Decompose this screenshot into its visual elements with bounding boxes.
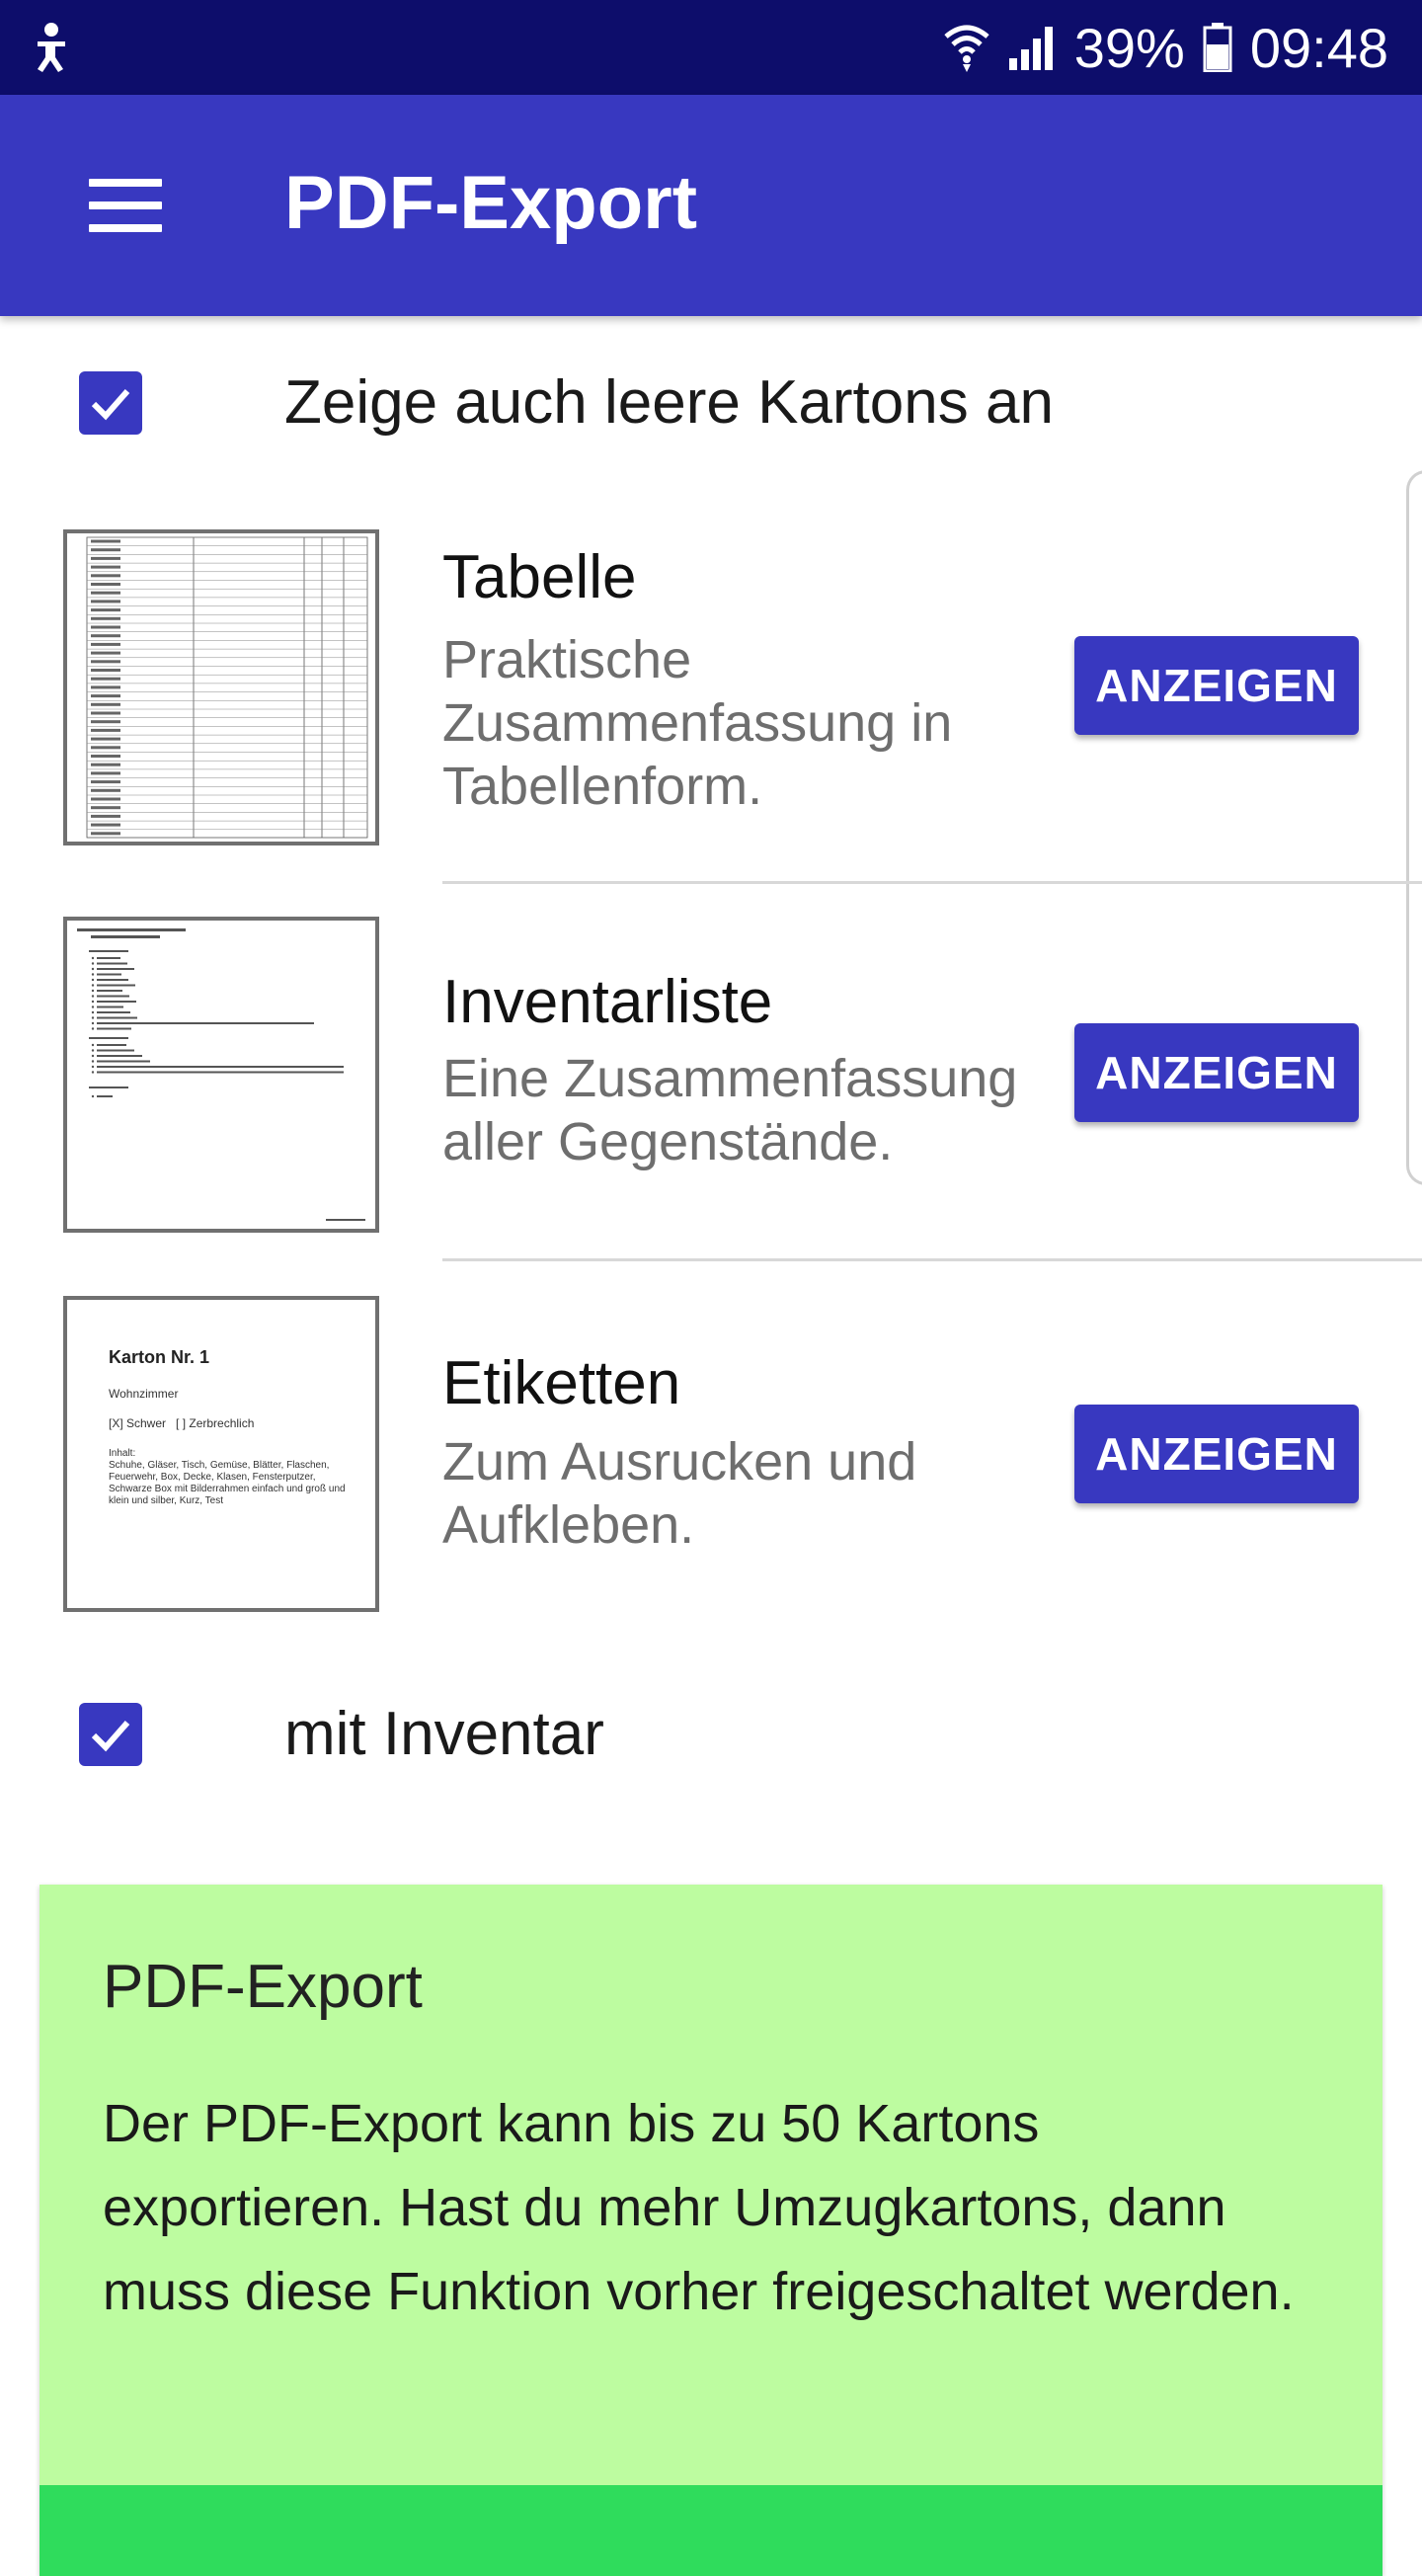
checkmark-icon <box>91 389 130 421</box>
show-inventory-button[interactable]: ANZEIGEN <box>1074 1023 1359 1122</box>
info-card-title: PDF-Export <box>103 1953 423 2021</box>
show-labels-button[interactable]: ANZEIGEN <box>1074 1405 1359 1503</box>
signal-icon <box>1007 25 1057 70</box>
checkmark-icon <box>91 1721 130 1752</box>
export-row-table: Tabelle Praktische Zusammenfassung in Ta… <box>0 494 1422 879</box>
info-card-text: Der PDF-Export kann bis zu 50 Kartons ex… <box>103 2094 1295 2321</box>
label-preview-room: Wohnzimmer <box>109 1387 179 1401</box>
show-table-button[interactable]: ANZEIGEN <box>1074 636 1359 735</box>
with-inventory-label: mit Inventar <box>284 1700 604 1768</box>
label-preview-contents-label: Inhalt: <box>109 1448 136 1459</box>
page-title: PDF-Export <box>284 161 697 245</box>
with-inventory-option[interactable]: mit Inventar <box>0 1675 1422 1794</box>
export-desc-table: Praktische Zusammenfassung in Tabellenfo… <box>442 630 953 816</box>
labels-preview-thumbnail: Karton Nr. 1 Wohnzimmer [X] Schwer [ ] Z… <box>63 1296 379 1612</box>
app-bar: PDF-Export <box>0 95 1422 316</box>
show-empty-label: Zeige auch leere Kartons an <box>284 368 1054 437</box>
info-card-action-bar[interactable] <box>40 2485 1382 2576</box>
inventory-preview-thumbnail <box>63 917 379 1233</box>
show-empty-checkbox[interactable] <box>79 371 142 435</box>
export-title-inventory: Inventarliste <box>442 968 773 1036</box>
battery-percent: 39% <box>1073 16 1185 79</box>
label-preview-flags: [X] Schwer [ ] Zerbrechlich <box>109 1416 255 1430</box>
label-preview-title: Karton Nr. 1 <box>109 1347 210 1367</box>
export-title-labels: Etiketten <box>442 1349 681 1417</box>
accessibility-icon <box>30 22 73 75</box>
wifi-icon <box>944 23 989 72</box>
export-row-labels: Karton Nr. 1 Wohnzimmer [X] Schwer [ ] Z… <box>0 1260 1422 1646</box>
label-preview-contents: Schuhe, Gläser, Tisch, Gemüse, Blätter, … <box>109 1460 346 1506</box>
export-desc-inventory: Eine Zusammenfassung aller Gegenstände. <box>442 1049 1018 1171</box>
with-inventory-checkbox[interactable] <box>79 1703 142 1766</box>
menu-icon[interactable] <box>89 179 162 232</box>
battery-icon <box>1203 23 1232 72</box>
export-title-table: Tabelle <box>442 543 637 611</box>
clock: 09:48 <box>1249 16 1388 79</box>
table-preview-thumbnail <box>63 529 379 845</box>
pdf-export-info-card: PDF-Export Der PDF-Export kann bis zu 50… <box>40 1885 1382 2576</box>
export-desc-labels: Zum Ausrucken und Aufkleben. <box>442 1432 917 1555</box>
show-empty-option[interactable]: Zeige auch leere Kartons an <box>0 344 1422 462</box>
status-bar: 39% 09:48 <box>0 0 1422 95</box>
export-row-inventory: Inventarliste Eine Zusammenfassung aller… <box>0 879 1422 1264</box>
